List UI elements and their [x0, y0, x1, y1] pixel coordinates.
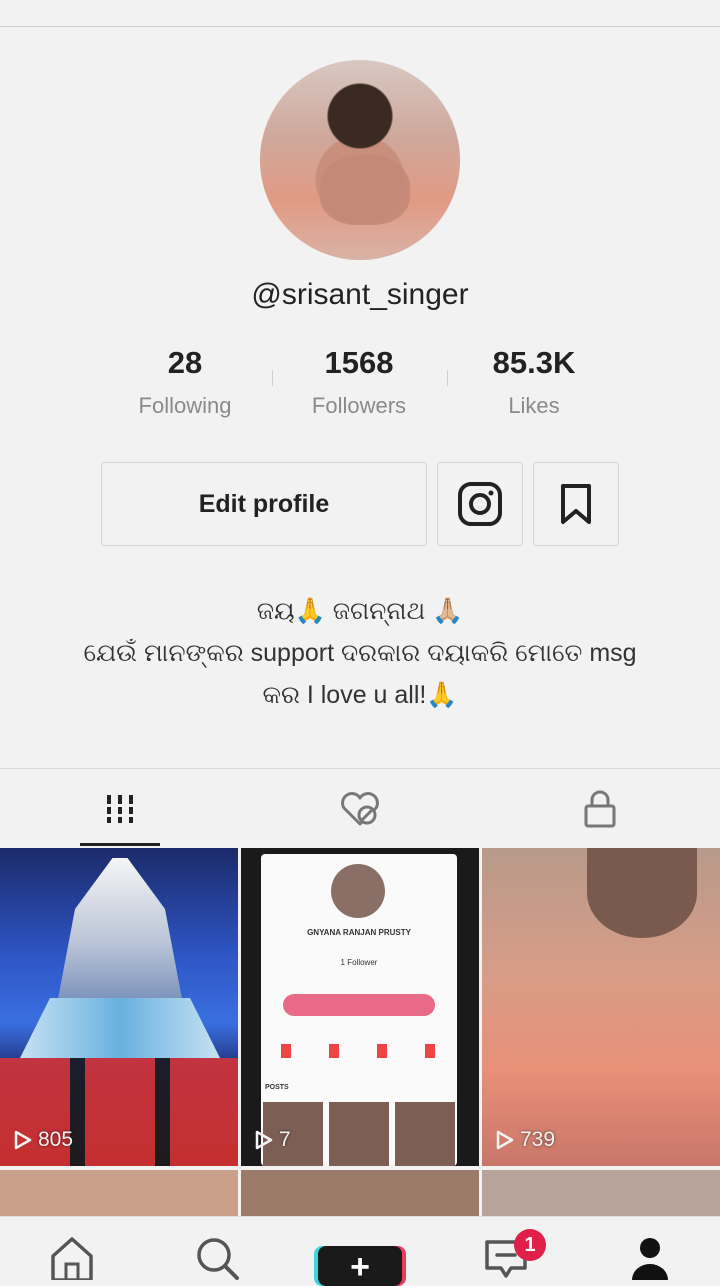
tab-liked[interactable]	[330, 785, 390, 833]
thumbnail-art: GNYANA RANJAN PRUSTY 1 Follower POSTS	[261, 854, 457, 1166]
stat-following[interactable]: 28 Following	[85, 345, 285, 419]
video-thumbnail[interactable]: GNYANA RANJAN PRUSTY 1 Follower POSTS 7	[241, 848, 479, 1166]
lock-icon	[584, 790, 616, 828]
status-divider	[0, 26, 720, 27]
thumbnail-art	[395, 1102, 455, 1166]
video-thumbnail[interactable]: 739	[482, 848, 720, 1166]
play-icon	[496, 1130, 514, 1150]
bookmark-icon	[561, 484, 591, 524]
stat-following-value: 28	[167, 345, 203, 380]
stat-following-label: Following	[138, 393, 232, 418]
thumbnail-icons	[281, 1044, 437, 1058]
instagram-icon	[458, 482, 502, 526]
thumbnail-art	[587, 848, 697, 938]
inbox-badge: 1	[514, 1229, 546, 1261]
view-count: 739	[496, 1128, 555, 1152]
video-thumbnail[interactable]	[0, 1170, 238, 1216]
instagram-button[interactable]	[437, 462, 523, 546]
stat-likes-label: Likes	[508, 393, 560, 418]
play-icon	[255, 1130, 273, 1150]
tab-videos[interactable]	[90, 785, 150, 833]
favorites-button[interactable]	[533, 462, 619, 546]
video-thumbnail[interactable]: 805	[0, 848, 238, 1166]
avatar[interactable]	[260, 60, 460, 260]
view-count: 7	[255, 1128, 291, 1152]
search-icon	[197, 1238, 239, 1280]
home-icon	[51, 1237, 93, 1280]
thumbnail-posts-label: POSTS	[265, 1084, 289, 1091]
thumbnail-name: GNYANA RANJAN PRUSTY	[307, 928, 411, 937]
bio-line: କର I love u all!🙏	[262, 681, 458, 709]
nav-home[interactable]	[44, 1234, 100, 1280]
create-icon: +	[350, 1248, 370, 1286]
stat-followers[interactable]: 1568 Followers	[259, 345, 459, 419]
active-tab-indicator	[80, 843, 160, 846]
thumbnail-art	[329, 1102, 389, 1166]
grid-icon	[105, 795, 135, 823]
video-thumbnail[interactable]	[241, 1170, 479, 1216]
create-button[interactable]: +	[318, 1246, 402, 1286]
stat-followers-label: Followers	[311, 393, 407, 418]
stat-likes-value: 85.3K	[492, 345, 576, 380]
view-count-value: 7	[279, 1128, 291, 1151]
edit-profile-button[interactable]: Edit profile	[101, 462, 427, 546]
stat-followers-value: 1568	[324, 345, 394, 380]
nav-profile[interactable]	[622, 1234, 678, 1280]
tab-private[interactable]	[570, 785, 630, 833]
username: @srisant_singer	[251, 278, 469, 311]
profile-icon	[632, 1238, 668, 1280]
avatar-image-detail	[320, 155, 410, 225]
video-thumbnail[interactable]	[482, 1170, 720, 1216]
bio: ଜୟ🙏 ଜଗନ୍ନାଥ 🙏🏼 ଯେଉଁ ମାନଙ୍କର support ଦରକା…	[60, 590, 660, 716]
video-grid: 805 GNYANA RANJAN PRUSTY 1 Follower POST…	[0, 848, 720, 1216]
tabs-divider	[0, 768, 720, 769]
play-icon	[14, 1130, 32, 1150]
view-count-value: 739	[520, 1128, 556, 1151]
thumbnail-avatar	[331, 864, 385, 918]
stat-likes[interactable]: 85.3K Likes	[434, 345, 634, 419]
thumbnail-button	[283, 994, 435, 1016]
nav-discover[interactable]	[188, 1234, 244, 1280]
thumbnail-art	[20, 998, 220, 1058]
thumbnail-followers: 1 Follower	[340, 958, 378, 967]
liked-hidden-icon	[341, 792, 379, 826]
view-count: 805	[14, 1128, 73, 1152]
bio-line: ଜୟ🙏 ଜଗନ୍ନାଥ 🙏🏼	[256, 597, 464, 625]
view-count-value: 805	[38, 1128, 74, 1151]
bio-line: ଯେଉଁ ମାନଙ୍କର support ଦରକାର ଦୟାକରି ମୋତେ m…	[83, 639, 637, 667]
